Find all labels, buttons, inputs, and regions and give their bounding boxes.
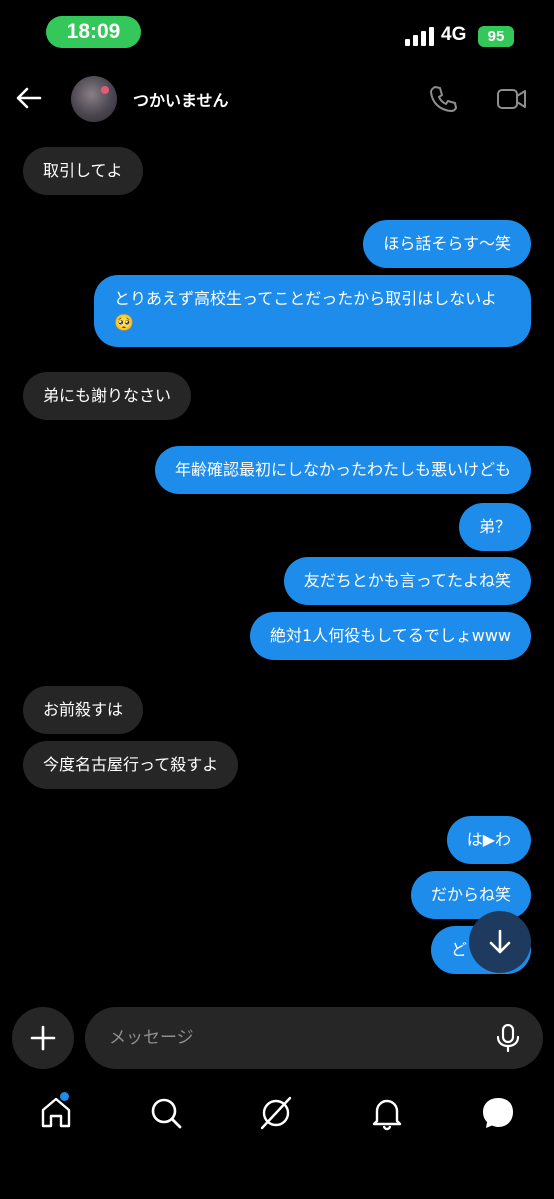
battery-level: 95 xyxy=(487,28,505,45)
explore-icon[interactable] xyxy=(258,1095,294,1131)
messages-icon[interactable] xyxy=(480,1095,516,1131)
message-outgoing[interactable]: だからね笑 xyxy=(410,871,531,919)
notifications-icon[interactable] xyxy=(369,1095,405,1131)
message-incoming[interactable]: 弟にも謝りなさい xyxy=(23,372,192,420)
network-type: 4G xyxy=(441,24,467,45)
signal-icon xyxy=(405,27,435,46)
message-outgoing[interactable]: 絶対1人何役もしてるでしょwww xyxy=(250,612,531,660)
microphone-icon[interactable] xyxy=(495,1024,521,1052)
battery-icon: 95 xyxy=(478,26,514,47)
message-outgoing[interactable]: とりあえず高校生ってことだったから取引はしないよ🥺 xyxy=(94,275,531,347)
video-icon[interactable] xyxy=(496,83,528,115)
status-bar: 18:09 4G 95 xyxy=(0,0,554,60)
contact-name[interactable]: つかいません xyxy=(133,87,229,111)
message-incoming[interactable]: 取引してよ xyxy=(23,147,143,195)
scroll-down-button[interactable] xyxy=(469,911,531,973)
search-icon[interactable] xyxy=(148,1095,184,1131)
bottom-nav xyxy=(0,1085,554,1145)
message-incoming[interactable]: お前殺すは xyxy=(23,686,144,734)
add-attachment-button[interactable] xyxy=(12,1007,74,1069)
plus-icon xyxy=(30,1025,56,1051)
message-outgoing[interactable]: 弟？ xyxy=(458,503,531,551)
home-indicator xyxy=(0,1180,554,1199)
phone-icon[interactable] xyxy=(427,83,459,115)
message-composer xyxy=(85,1007,543,1069)
message-input[interactable] xyxy=(109,1007,469,1069)
arrow-down-icon xyxy=(489,929,511,954)
chat-header: つかいません xyxy=(0,70,554,128)
message-outgoing[interactable]: ほら話そらす〜笑 xyxy=(363,220,531,268)
home-icon[interactable] xyxy=(38,1092,74,1131)
back-arrow-icon[interactable] xyxy=(14,83,44,113)
avatar[interactable] xyxy=(71,76,117,122)
status-time: 18:09 xyxy=(46,16,141,48)
message-outgoing[interactable]: 年齢確認最初にしなかったわたしも悪いけども xyxy=(154,446,531,494)
message-outgoing[interactable]: 友だちとかも言ってたよね笑 xyxy=(283,557,531,605)
notification-dot xyxy=(60,1092,69,1101)
message-incoming[interactable]: 今度名古屋行って殺すよ xyxy=(23,741,239,789)
message-outgoing[interactable]: は▶わ xyxy=(446,816,531,864)
